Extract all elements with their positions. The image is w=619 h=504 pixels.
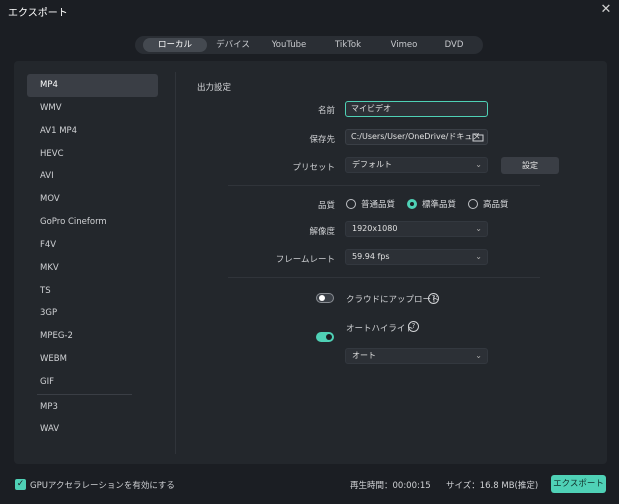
save-location-field[interactable]: C:/Users/User/OneDrive/ドキュメ — [345, 129, 488, 145]
resolution-label: 解像度 — [309, 227, 335, 237]
format-item-gif[interactable]: GIF — [27, 371, 158, 394]
format-item-3gp[interactable]: 3GP — [27, 302, 158, 325]
chevron-down-icon: ⌄ — [475, 351, 482, 360]
preset-value: デフォルト — [352, 160, 392, 169]
tab-local[interactable]: ローカル — [143, 38, 207, 52]
destination-tabs: ローカル デバイス YouTube TikTok Vimeo DVD — [135, 36, 483, 54]
divider — [228, 277, 540, 278]
quality-option-normal[interactable]: 普通品質 — [346, 198, 395, 210]
save-location-label: 保存先 — [309, 135, 335, 145]
format-item-mp4[interactable]: MP4 — [27, 74, 158, 97]
format-item-mp3[interactable]: MP3 — [27, 396, 158, 419]
quality-label: 品質 — [317, 201, 335, 211]
radio-icon — [346, 199, 356, 209]
format-item-f4v[interactable]: F4V — [27, 234, 158, 257]
format-item-mov[interactable]: MOV — [27, 188, 158, 211]
name-input[interactable]: マイビデオ — [345, 101, 488, 117]
preset-settings-button[interactable]: 設定 — [501, 157, 559, 174]
format-item-gopro-cineform[interactable]: GoPro Cineform — [27, 211, 158, 234]
resolution-select[interactable]: 1920x1080 ⌄ — [345, 221, 488, 237]
quality-option-standard[interactable]: 標準品質 — [407, 198, 456, 210]
chevron-down-icon: ⌄ — [475, 252, 482, 261]
tab-dvd[interactable]: DVD — [431, 38, 477, 52]
tab-vimeo[interactable]: Vimeo — [377, 38, 431, 52]
auto-highlight-select[interactable]: オート ⌄ — [345, 348, 488, 364]
tab-tiktok[interactable]: TikTok — [319, 38, 377, 52]
chevron-down-icon: ⌄ — [475, 224, 482, 233]
quality-radio-group: 普通品質 標準品質 高品質 — [346, 198, 509, 210]
tab-youtube[interactable]: YouTube — [259, 38, 319, 52]
help-icon[interactable]: ? — [428, 293, 439, 304]
cloud-upload-toggle[interactable] — [316, 293, 334, 303]
quality-option-label: 高品質 — [483, 200, 509, 210]
chevron-down-icon: ⌄ — [475, 160, 482, 169]
format-item-mkv[interactable]: MKV — [27, 257, 158, 280]
section-title: 出力設定 — [197, 83, 232, 93]
preset-label: プリセット — [292, 163, 335, 173]
gpu-acceleration-label: GPUアクセラレーションを有効にする — [30, 481, 175, 491]
framerate-label: フレームレート — [275, 255, 335, 265]
playtime-text: 再生時間：00:00:15 — [350, 481, 431, 491]
gpu-acceleration-checkbox[interactable]: ✓ — [15, 479, 26, 490]
radio-icon — [468, 199, 479, 209]
format-item-av1-mp4[interactable]: AV1 MP4 — [27, 120, 158, 143]
format-item-ts[interactable]: TS — [27, 280, 158, 303]
tab-device[interactable]: デバイス — [207, 38, 259, 52]
format-item-hevc[interactable]: HEVC — [27, 143, 158, 166]
size-text: サイズ：16.8 MB(推定) — [446, 481, 539, 491]
framerate-value: 59.94 fps — [352, 252, 390, 261]
format-item-webm[interactable]: WEBM — [27, 348, 158, 371]
cloud-upload-label: クラウドにアップロード — [346, 295, 440, 305]
close-icon[interactable]: ✕ — [598, 2, 614, 18]
format-item-wmv[interactable]: WMV — [27, 97, 158, 120]
auto-highlight-toggle[interactable] — [316, 332, 334, 342]
format-divider — [37, 394, 132, 395]
window-title: エクスポート — [8, 8, 68, 19]
help-icon[interactable]: ? — [408, 321, 419, 332]
auto-highlight-label: オートハイライト — [346, 324, 414, 334]
divider — [228, 185, 540, 186]
quality-option-label: 標準品質 — [422, 200, 457, 210]
quality-option-label: 普通品質 — [361, 200, 396, 210]
format-item-mpeg2[interactable]: MPEG-2 — [27, 325, 158, 348]
format-item-avi[interactable]: AVI — [27, 165, 158, 188]
resolution-value: 1920x1080 — [352, 224, 398, 233]
framerate-select[interactable]: 59.94 fps ⌄ — [345, 249, 488, 265]
auto-highlight-value: オート — [352, 351, 376, 360]
export-button[interactable]: エクスポート — [551, 475, 606, 493]
name-label: 名前 — [317, 106, 335, 116]
format-item-wav[interactable]: WAV — [27, 418, 158, 441]
folder-icon[interactable] — [472, 131, 484, 143]
quality-option-high[interactable]: 高品質 — [468, 198, 509, 210]
save-location-path: C:/Users/User/OneDrive/ドキュメ — [351, 132, 481, 141]
radio-selected-icon — [407, 199, 418, 209]
preset-select[interactable]: デフォルト ⌄ — [345, 157, 488, 173]
